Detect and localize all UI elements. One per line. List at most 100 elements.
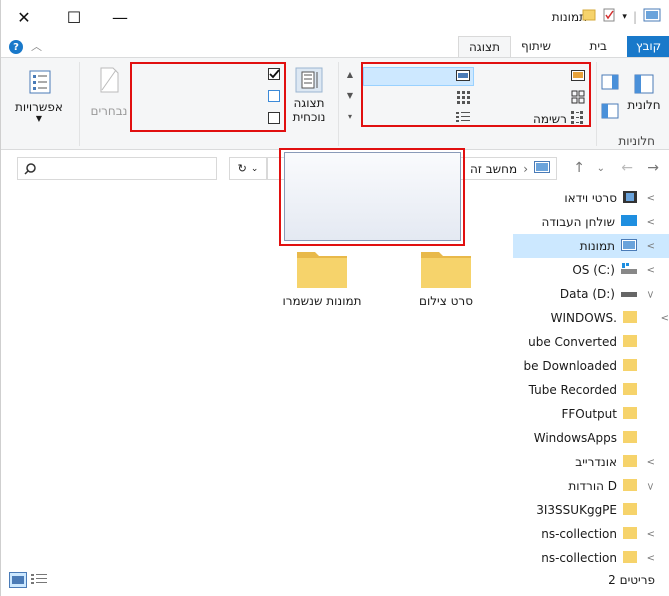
forward-arrow-icon[interactable]: ← — [621, 160, 633, 176]
file-explorer-window: ✕ ☐ — תמונות ▾ | קובץ בית שיתוף תצוגה ? … — [0, 0, 669, 596]
details-view-icon[interactable] — [31, 572, 47, 591]
options-dropdown-icon: ▼ — [35, 114, 43, 123]
folder-camera-roll[interactable]: סרט צילום — [401, 240, 491, 308]
nav-item-folder[interactable]: Tube Recorded — [513, 378, 669, 402]
navigation-pane: סרטי וידאו < שולחן העבודה < תמונות < OS … — [513, 186, 669, 570]
tab-view[interactable]: תצוגה — [457, 36, 511, 58]
expand-chevron-icon[interactable]: < — [647, 457, 655, 468]
details-pane-icon[interactable] — [601, 103, 619, 122]
highlight-box-showhide — [130, 62, 286, 132]
nav-item-folder[interactable]: ns-collection < — [513, 546, 669, 570]
properties-icon[interactable] — [602, 8, 616, 25]
folder-label: תמונות שנשמרו — [282, 294, 362, 308]
nav-item-label: ns-collection — [541, 551, 617, 565]
close-button[interactable]: ✕ — [1, 0, 47, 34]
ribbon-divider — [596, 62, 597, 146]
expand-chevron-icon[interactable]: < — [647, 265, 655, 276]
expand-chevron-icon[interactable]: < — [647, 217, 655, 228]
search-input[interactable] — [17, 157, 217, 180]
up-arrow-icon[interactable]: ↑ — [573, 160, 585, 176]
pane-options — [601, 74, 619, 122]
hide-selected-button[interactable]: נבחרים — [89, 67, 129, 118]
layout-expand-icon[interactable]: ▾ — [348, 112, 352, 121]
nav-item-folder[interactable]: FFOutput — [513, 402, 669, 426]
nav-item-folder[interactable]: WindowsApps — [513, 426, 669, 450]
tab-file[interactable]: קובץ — [627, 36, 669, 58]
layout-scroll-up-icon[interactable]: ▲ — [347, 70, 353, 79]
nav-item-videos[interactable]: סרטי וידאו < — [513, 186, 669, 210]
large-icons-view-icon[interactable] — [9, 572, 27, 591]
nav-item-label: WindowsApps — [533, 431, 617, 445]
refresh-button[interactable]: ↻ ⌄ — [229, 157, 267, 180]
nav-item-drive-c[interactable]: OS (C:) < — [513, 258, 669, 282]
nav-item-folder[interactable]: אונדרייב < — [513, 450, 669, 474]
folder-icon — [623, 406, 637, 423]
nav-item-pictures[interactable]: תמונות < — [513, 234, 669, 258]
drive-icon — [621, 262, 637, 278]
ribbon-tabs: קובץ בית שיתוף תצוגה — [1, 34, 669, 58]
layout-scroll-down-icon[interactable]: ▼ — [347, 91, 353, 100]
current-view-button[interactable]: תצוגה נוכחית — [289, 67, 329, 124]
folder-icon — [623, 454, 637, 471]
address-dropdown-icon[interactable]: ⌄ — [251, 164, 259, 174]
nav-item-folder[interactable]: 3I3SSUKggPE — [513, 498, 669, 522]
tab-share[interactable]: שיתוף — [511, 36, 561, 58]
expand-chevron-icon[interactable]: < — [647, 193, 655, 204]
highlight-box-preview — [279, 148, 465, 246]
nav-item-label: Tube Recorded — [528, 383, 617, 397]
pictures-icon — [621, 238, 637, 254]
back-arrow-icon[interactable]: → — [647, 160, 659, 176]
folder-saved-pictures[interactable]: תמונות שנשמרו — [277, 240, 367, 308]
expand-chevron-icon[interactable]: < — [645, 482, 656, 490]
nav-item-label: תמונות — [579, 239, 615, 253]
view-switcher — [9, 572, 47, 591]
drive-icon — [621, 287, 637, 302]
expand-chevron-icon[interactable]: < — [645, 290, 656, 298]
desktop-icon — [621, 214, 637, 231]
expand-chevron-icon[interactable]: < — [647, 553, 655, 564]
expand-chevron-icon[interactable]: < — [661, 313, 669, 324]
nav-item-label: ube Converted — [528, 335, 617, 349]
nav-item-folder[interactable]: הורדות D < — [513, 474, 669, 498]
recent-locations-icon[interactable]: ⌄ — [597, 163, 605, 174]
maximize-button[interactable]: ☐ — [51, 0, 97, 34]
folder-icon — [623, 502, 637, 519]
folder-small-icon[interactable] — [582, 8, 596, 25]
highlight-box-layout — [361, 62, 591, 127]
dropdown-arrow-icon[interactable]: ▾ — [622, 12, 627, 22]
folder-icon — [295, 240, 349, 290]
help-button[interactable]: ? — [9, 40, 23, 54]
expand-chevron-icon[interactable]: < — [647, 241, 655, 252]
minimize-button[interactable]: — — [97, 0, 143, 34]
preview-pane-label: חלונית — [627, 98, 661, 112]
refresh-icon: ↻ — [237, 162, 247, 175]
tab-home[interactable]: בית — [579, 36, 617, 58]
nav-item-label: ns-collection — [541, 527, 617, 541]
nav-item-desktop[interactable]: שולחן העבודה < — [513, 210, 669, 234]
video-icon — [623, 190, 637, 207]
nav-item-folder[interactable]: ns-collection < — [513, 522, 669, 546]
ribbon-divider — [79, 62, 80, 146]
preview-pane-icon[interactable] — [601, 74, 619, 93]
nav-item-folder[interactable]: WINDOWS. < — [513, 306, 669, 330]
hide-selected-icon — [100, 67, 119, 93]
nav-item-label: OS (C:) — [572, 263, 615, 277]
collapse-ribbon-icon[interactable]: ︿ — [31, 38, 42, 54]
navigation-pane-button[interactable]: חלונית — [627, 73, 661, 112]
nav-item-folder[interactable]: be Downloaded — [513, 354, 669, 378]
nav-item-folder[interactable]: ube Converted — [513, 330, 669, 354]
folder-icon — [623, 310, 637, 327]
sort-by-icon — [295, 67, 323, 93]
nav-item-drive-d[interactable]: Data (D:) < — [513, 282, 669, 306]
breadcrumb-separator: › — [523, 161, 528, 176]
nav-item-label: סרטי וידאו — [564, 191, 617, 205]
expand-chevron-icon[interactable]: < — [647, 529, 655, 540]
options-icon — [29, 70, 51, 94]
hide-selected-label: נבחרים — [90, 104, 128, 118]
separator-icon: | — [632, 9, 637, 24]
nav-item-label: Data (D:) — [559, 287, 615, 301]
item-count: 2 פריטים — [608, 573, 655, 587]
pictures-location-icon — [534, 161, 550, 176]
address-path-item[interactable]: מחשב זה — [470, 162, 517, 176]
options-button[interactable]: אפשרויות ▼ — [13, 69, 65, 123]
